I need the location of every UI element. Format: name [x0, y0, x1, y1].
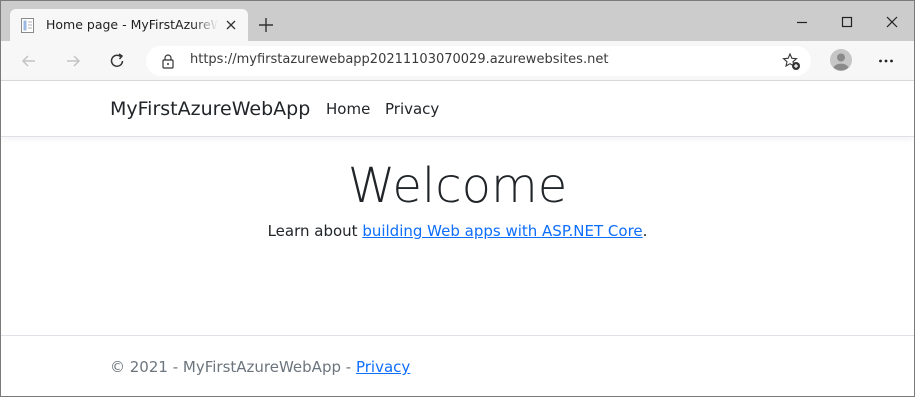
browser-toolbar: https://myfirstazurewebapp20211103070029…: [1, 41, 914, 81]
nav-link-privacy[interactable]: Privacy: [385, 100, 439, 118]
web-page: MyFirstAzureWebApp Home Privacy Welcome …: [1, 81, 914, 396]
tab-strip: Home page - MyFirstAzureWebApp: [1, 1, 914, 41]
footer-privacy-link[interactable]: Privacy: [356, 358, 410, 376]
browser-tab[interactable]: Home page - MyFirstAzureWebApp: [10, 9, 248, 41]
star-plus-icon[interactable]: [782, 52, 801, 71]
minimize-icon[interactable]: [793, 13, 811, 31]
learn-paragraph: Learn about building Web apps with ASP.N…: [1, 222, 914, 240]
footer-text: © 2021 - MyFirstAzureWebApp -: [110, 358, 356, 376]
site-footer: © 2021 - MyFirstAzureWebApp - Privacy: [110, 358, 410, 376]
browser-window: Home page - MyFirstAzureWebApp: [0, 0, 915, 397]
learn-suffix: .: [642, 222, 648, 240]
refresh-icon[interactable]: [107, 51, 127, 71]
ellipsis-icon[interactable]: [877, 52, 895, 70]
tab-title: Home page - MyFirstAzureWebApp: [46, 17, 218, 32]
page-icon: [21, 18, 34, 33]
lock-icon[interactable]: [161, 53, 175, 69]
plus-icon[interactable]: [257, 16, 275, 34]
url-text[interactable]: https://myfirstazurewebapp20211103070029…: [190, 52, 608, 67]
arrow-left-icon[interactable]: [19, 51, 39, 71]
nav-link-home[interactable]: Home: [326, 100, 370, 118]
site-brand[interactable]: MyFirstAzureWebApp: [110, 98, 310, 120]
page-title: Welcome: [347, 158, 568, 214]
avatar-icon[interactable]: [830, 49, 852, 71]
footer-divider: [1, 335, 914, 336]
close-window-icon[interactable]: [883, 13, 901, 31]
address-bar[interactable]: https://myfirstazurewebapp20211103070029…: [146, 46, 811, 76]
learn-prefix: Learn about: [267, 222, 363, 240]
aspnet-docs-link[interactable]: building Web apps with ASP.NET Core: [362, 222, 642, 240]
maximize-icon[interactable]: [838, 13, 856, 31]
close-icon[interactable]: [224, 18, 238, 32]
arrow-right-icon[interactable]: [63, 51, 83, 71]
site-navbar: MyFirstAzureWebApp Home Privacy: [1, 81, 914, 137]
